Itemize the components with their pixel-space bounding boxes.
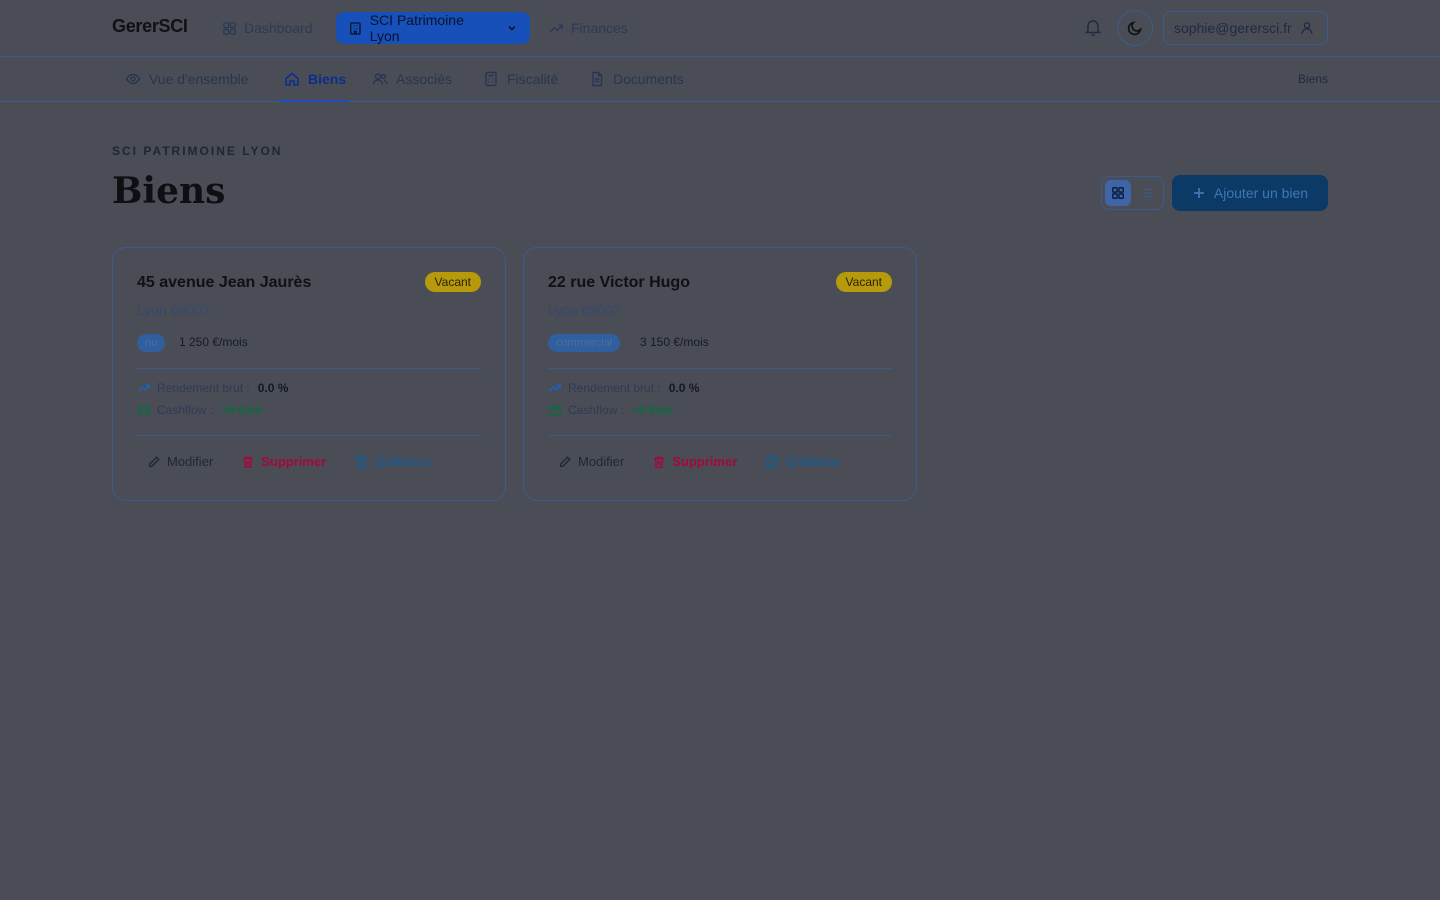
list-view-button[interactable] — [1134, 180, 1160, 206]
bell-icon — [1084, 20, 1102, 37]
section-tabs: Vue d'ensemble Biens Associés Fiscalité … — [0, 57, 1440, 102]
property-city: Lyon 69002 — [548, 302, 621, 318]
property-rent: 3 150 €/mois — [640, 335, 709, 349]
divider — [548, 435, 892, 436]
receipt-button[interactable]: Quittance — [765, 454, 841, 469]
trash-icon — [243, 455, 254, 468]
divider — [137, 368, 481, 369]
cashflow-label: Cashflow : — [568, 403, 625, 417]
card-actions: Modifier Supprimer Quittance — [558, 454, 841, 469]
divider — [137, 435, 481, 436]
theme-toggle-button[interactable] — [1117, 10, 1153, 46]
delete-label: Supprimer — [261, 454, 327, 469]
yield-value: 0.0 % — [257, 381, 289, 395]
user-menu-button[interactable]: sophie@gerersci.fr — [1163, 11, 1328, 45]
property-rent: 1 250 €/mois — [179, 335, 248, 349]
grid-icon — [1112, 187, 1124, 199]
property-card: 22 rue Victor Hugo Vacant Lyon 69002 com… — [523, 247, 917, 501]
tab-associes-label: Associés — [396, 71, 453, 87]
property-city: Lyon 69007 — [137, 302, 210, 318]
yield-label: Rendement brut : — [568, 381, 661, 395]
grid-view-button[interactable] — [1105, 180, 1131, 206]
edit-label: Modifier — [167, 454, 214, 469]
yield-value: 0.0 % — [668, 381, 700, 395]
status-badge: Vacant — [424, 272, 481, 292]
page-overline: SCI PATRIMOINE LYON — [112, 144, 283, 158]
list-icon — [1141, 188, 1153, 198]
trending-up-icon — [548, 384, 561, 392]
status-badge: Vacant — [835, 272, 892, 292]
users-icon — [372, 73, 388, 85]
cashflow-label: Cashflow : — [157, 403, 214, 417]
receipt-icon — [356, 455, 367, 468]
property-address: 45 avenue Jean Jaurès — [137, 274, 312, 291]
yield-label: Rendement brut : — [157, 381, 250, 395]
cashflow-value: +0 €/an — [221, 403, 263, 417]
tab-biens-label: Biens — [308, 71, 347, 87]
breadcrumb: Biens — [1297, 72, 1328, 86]
property-card: 45 avenue Jean Jaurès Vacant Lyon 69007 … — [112, 247, 506, 501]
receipt-button[interactable]: Quittance — [354, 454, 430, 469]
eye-icon — [125, 73, 141, 85]
divider — [548, 368, 892, 369]
sci-selector-label: SCI Patrimoine Lyon — [369, 12, 464, 44]
add-property-button[interactable]: Ajouter un bien — [1172, 175, 1328, 211]
tab-overview-label: Vue d'ensemble — [149, 71, 249, 87]
pencil-icon — [559, 455, 571, 467]
yield-metric: Rendement brut : 0.0 % — [137, 381, 288, 395]
edit-label: Modifier — [578, 454, 625, 469]
calculator-icon — [485, 71, 497, 87]
top-bar: GererSCI Dashboard SCI Patrimoine Lyon F… — [0, 0, 1440, 57]
edit-button[interactable]: Modifier — [558, 454, 624, 469]
pencil-icon — [148, 455, 160, 467]
plus-icon — [1193, 188, 1204, 198]
moon-icon — [1127, 21, 1142, 36]
delete-button[interactable]: Supprimer — [241, 454, 326, 469]
home-icon — [285, 72, 299, 86]
tab-documents-label: Documents — [613, 71, 684, 87]
add-property-label: Ajouter un bien — [1213, 185, 1309, 201]
trash-icon — [654, 455, 665, 468]
user-email: sophie@gerersci.fr — [1174, 20, 1292, 36]
delete-label: Supprimer — [672, 454, 738, 469]
notifications-button[interactable] — [1083, 17, 1103, 37]
brand-logo[interactable]: GererSCI — [112, 16, 188, 37]
tab-associes[interactable]: Associés — [372, 57, 452, 101]
sci-selector[interactable]: SCI Patrimoine Lyon — [336, 12, 530, 44]
receipt-label: Quittance — [374, 454, 430, 469]
grid-icon — [223, 21, 236, 35]
view-toggle — [1101, 176, 1164, 210]
cashflow-metric: Cashflow : +0 €/an — [137, 403, 262, 417]
page-title: Biens — [112, 170, 226, 212]
tab-documents[interactable]: Documents — [589, 57, 684, 101]
trending-up-icon — [549, 24, 563, 32]
nav-dashboard-label: Dashboard — [244, 20, 313, 36]
trending-up-icon — [137, 384, 150, 392]
receipt-label: Quittance — [785, 454, 841, 469]
user-icon — [1301, 22, 1313, 34]
property-type-chip: nu — [137, 334, 166, 352]
nav-dashboard[interactable]: Dashboard — [222, 12, 313, 44]
edit-button[interactable]: Modifier — [147, 454, 213, 469]
chevron-down-icon — [508, 25, 516, 31]
building-icon — [350, 21, 361, 35]
wallet-icon — [549, 405, 561, 416]
nav-finances[interactable]: Finances — [549, 12, 628, 44]
cashflow-metric: Cashflow : +0 €/an — [548, 403, 673, 417]
card-actions: Modifier Supprimer Quittance — [147, 454, 430, 469]
property-address: 22 rue Victor Hugo — [548, 274, 690, 291]
wallet-icon — [138, 405, 150, 416]
property-type-chip: commercial — [548, 334, 621, 352]
delete-button[interactable]: Supprimer — [652, 454, 737, 469]
tab-fiscalite-label: Fiscalité — [507, 71, 559, 87]
document-icon — [592, 71, 603, 87]
receipt-icon — [767, 455, 778, 468]
yield-metric: Rendement brut : 0.0 % — [548, 381, 699, 395]
tab-overview[interactable]: Vue d'ensemble — [125, 57, 248, 101]
tab-biens[interactable]: Biens — [278, 57, 349, 102]
nav-finances-label: Finances — [571, 20, 628, 36]
tab-fiscalite[interactable]: Fiscalité — [483, 57, 558, 101]
cashflow-value: +0 €/an — [632, 403, 674, 417]
